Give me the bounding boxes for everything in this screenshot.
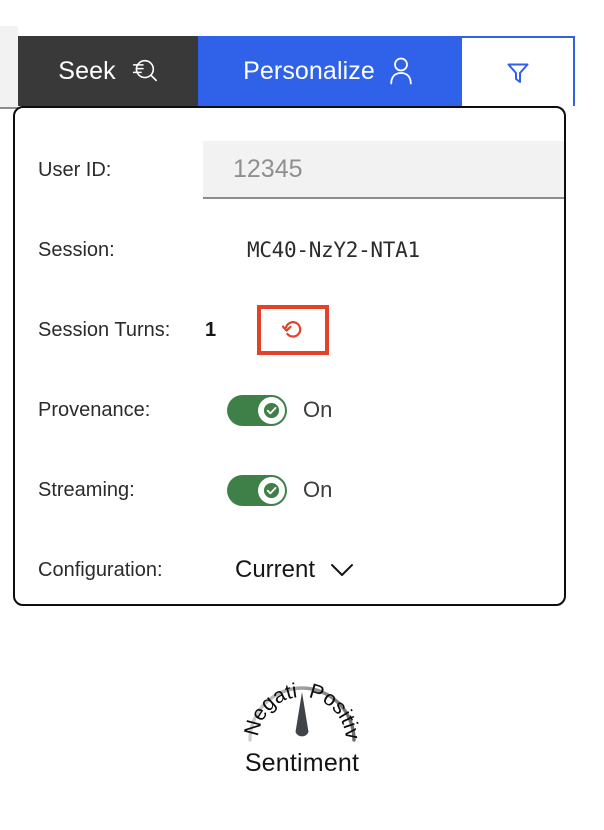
configuration-value: Current xyxy=(235,556,316,583)
provenance-toggle[interactable] xyxy=(227,394,287,426)
tab-personalize-label: Personalize xyxy=(243,56,375,85)
toggle-knob xyxy=(258,476,285,504)
provenance-state: On xyxy=(303,397,333,422)
tab-filter[interactable] xyxy=(460,36,575,106)
provenance-label: Provenance: xyxy=(38,398,151,421)
sentiment-gauge: Negative Positive xyxy=(0,628,364,742)
configuration-select[interactable]: Current xyxy=(235,556,355,584)
sentiment-gauge-block: Negative Positive Sentiment xyxy=(0,628,604,778)
filter-funnel-icon xyxy=(503,57,533,87)
streaming-toggle[interactable] xyxy=(227,474,287,506)
search-document-icon xyxy=(128,56,158,86)
tab-bar: Seek Personalize xyxy=(18,36,575,106)
row-configuration: Configuration: Current xyxy=(15,530,564,610)
reset-rotate-icon xyxy=(278,313,308,348)
session-turns-label: Session Turns: xyxy=(38,318,171,341)
provenance-toggle-group: On xyxy=(227,394,333,426)
settings-rows: User ID: Session: MC40-NzY2-NTA1 Session… xyxy=(15,108,564,610)
row-streaming: Streaming: On xyxy=(15,450,564,530)
streaming-label: Streaming: xyxy=(38,478,135,501)
row-session: Session: MC40-NzY2-NTA1 xyxy=(15,210,564,290)
tab-seek[interactable]: Seek xyxy=(18,36,198,106)
streaming-state: On xyxy=(303,477,333,502)
left-edge-strip xyxy=(0,26,18,109)
chevron-down-icon xyxy=(329,561,355,579)
session-label: Session: xyxy=(38,238,115,261)
gauge-label-negative: Negative xyxy=(0,628,299,738)
row-session-turns: Session Turns: 1 xyxy=(15,290,564,370)
tab-personalize[interactable]: Personalize xyxy=(198,36,460,106)
reset-session-button[interactable] xyxy=(257,305,329,355)
row-user-id: User ID: xyxy=(15,130,564,210)
gauge-label-positive: Positive xyxy=(0,628,364,741)
streaming-toggle-group: On xyxy=(227,474,333,506)
row-provenance: Provenance: On xyxy=(15,370,564,450)
session-value: MC40-NzY2-NTA1 xyxy=(247,238,420,262)
user-id-input[interactable] xyxy=(203,141,564,199)
tab-seek-label: Seek xyxy=(58,56,116,85)
toggle-knob xyxy=(258,396,285,424)
user-id-label: User ID: xyxy=(38,158,112,181)
configuration-label: Configuration: xyxy=(38,558,163,581)
user-icon xyxy=(387,56,415,86)
personalize-panel: User ID: Session: MC40-NzY2-NTA1 Session… xyxy=(13,106,566,606)
session-turns-value: 1 xyxy=(205,318,217,341)
gauge-caption: Sentiment xyxy=(244,749,360,777)
